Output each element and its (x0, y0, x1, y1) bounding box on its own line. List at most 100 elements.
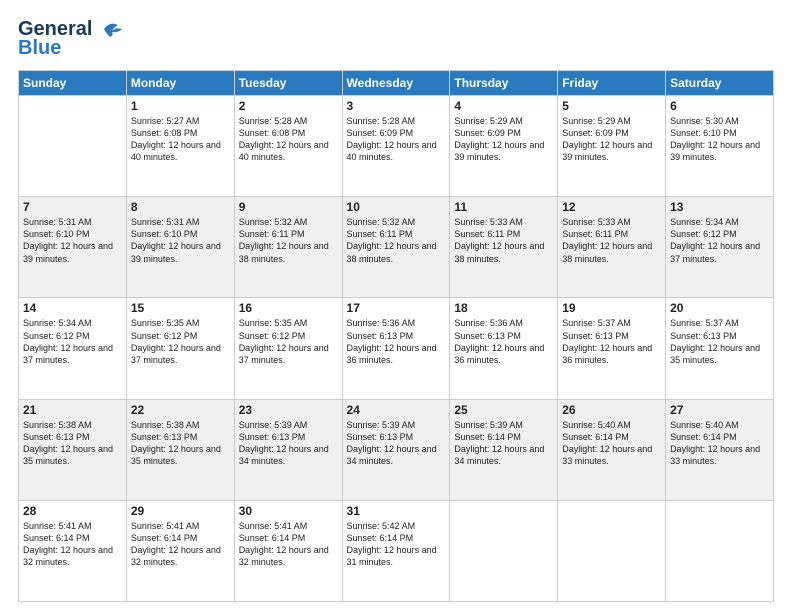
day-number: 16 (239, 301, 338, 315)
calendar-cell: 1 Sunrise: 5:27 AM Sunset: 6:08 PM Daylig… (126, 96, 234, 197)
calendar-week-row: 21 Sunrise: 5:38 AM Sunset: 6:13 PM Dayli… (19, 399, 774, 500)
day-number: 10 (347, 200, 446, 214)
day-info: Sunrise: 5:29 AM Sunset: 6:09 PM Dayligh… (562, 115, 661, 164)
calendar-cell: 25Sunrise: 5:39 AM Sunset: 6:14 PM Dayli… (450, 399, 558, 500)
day-number: 17 (347, 301, 446, 315)
day-info: Sunrise: 5:33 AM Sunset: 6:11 PM Dayligh… (454, 216, 553, 265)
day-number: 3 (347, 99, 446, 113)
day-number: 20 (670, 301, 769, 315)
day-number: 30 (239, 504, 338, 518)
calendar-cell: 8Sunrise: 5:31 AM Sunset: 6:10 PM Daylig… (126, 197, 234, 298)
calendar-cell: 24 Sunrise: 5:39 AM Sunset: 6:13 PM Dayli… (342, 399, 450, 500)
calendar-cell (19, 96, 127, 197)
day-number: 24 (347, 403, 446, 417)
day-number: 22 (131, 403, 230, 417)
day-info: Sunrise: 5:28 AM Sunset: 6:09 PM Dayligh… (347, 115, 446, 164)
day-number: 1 (131, 99, 230, 113)
header-monday: Monday (126, 71, 234, 96)
calendar-week-row: 28 Sunrise: 5:41 AM Sunset: 6:14 PM Dayli… (19, 500, 774, 601)
logo-bird-icon (96, 19, 126, 41)
calendar-cell: 7Sunrise: 5:31 AM Sunset: 6:10 PM Daylig… (19, 197, 127, 298)
day-number: 11 (454, 200, 553, 214)
day-number: 18 (454, 301, 553, 315)
day-info: Sunrise: 5:33 AM Sunset: 6:11 PM Dayligh… (562, 216, 661, 265)
day-info: Sunrise: 5:39 AM Sunset: 6:13 PM Dayligh… (239, 419, 338, 468)
day-number: 28 (23, 504, 122, 518)
calendar-week-row: 14 Sunrise: 5:34 AM Sunset: 6:12 PM Dayli… (19, 298, 774, 399)
page: General Blue Sunday Monday Tuesday Wedne… (0, 0, 792, 612)
day-number: 13 (670, 200, 769, 214)
calendar-cell: 12Sunrise: 5:33 AM Sunset: 6:11 PM Dayli… (558, 197, 666, 298)
calendar-cell: 19Sunrise: 5:37 AM Sunset: 6:13 PM Dayli… (558, 298, 666, 399)
logo-text-blue: Blue (18, 37, 61, 60)
calendar-cell: 28 Sunrise: 5:41 AM Sunset: 6:14 PM Dayli… (19, 500, 127, 601)
header-tuesday: Tuesday (234, 71, 342, 96)
calendar-cell: 15 Sunrise: 5:35 AM Sunset: 6:12 PM Dayli… (126, 298, 234, 399)
day-number: 23 (239, 403, 338, 417)
day-info: Sunrise: 5:35 AM Sunset: 6:12 PM Dayligh… (131, 317, 230, 366)
header-wednesday: Wednesday (342, 71, 450, 96)
calendar-cell: 10 Sunrise: 5:32 AM Sunset: 6:11 PM Dayli… (342, 197, 450, 298)
calendar-cell: 27Sunrise: 5:40 AM Sunset: 6:14 PM Dayli… (666, 399, 774, 500)
calendar-cell (666, 500, 774, 601)
day-number: 15 (131, 301, 230, 315)
day-info: Sunrise: 5:31 AM Sunset: 6:10 PM Dayligh… (131, 216, 230, 265)
day-number: 2 (239, 99, 338, 113)
day-number: 14 (23, 301, 122, 315)
day-info: Sunrise: 5:28 AM Sunset: 6:08 PM Dayligh… (239, 115, 338, 164)
calendar-cell: 13 Sunrise: 5:34 AM Sunset: 6:12 PM Dayli… (666, 197, 774, 298)
day-number: 6 (670, 99, 769, 113)
day-info: Sunrise: 5:41 AM Sunset: 6:14 PM Dayligh… (23, 520, 122, 569)
calendar-cell: 2 Sunrise: 5:28 AM Sunset: 6:08 PM Daylig… (234, 96, 342, 197)
header: General Blue (18, 18, 774, 60)
day-info: Sunrise: 5:29 AM Sunset: 6:09 PM Dayligh… (454, 115, 553, 164)
day-info: Sunrise: 5:32 AM Sunset: 6:11 PM Dayligh… (239, 216, 338, 265)
day-info: Sunrise: 5:34 AM Sunset: 6:12 PM Dayligh… (670, 216, 769, 265)
calendar-cell: 16 Sunrise: 5:35 AM Sunset: 6:12 PM Dayli… (234, 298, 342, 399)
calendar-cell: 6Sunrise: 5:30 AM Sunset: 6:10 PM Daylig… (666, 96, 774, 197)
day-info: Sunrise: 5:35 AM Sunset: 6:12 PM Dayligh… (239, 317, 338, 366)
calendar-table: Sunday Monday Tuesday Wednesday Thursday… (18, 70, 774, 602)
day-info: Sunrise: 5:39 AM Sunset: 6:14 PM Dayligh… (454, 419, 553, 468)
calendar-cell: 30 Sunrise: 5:41 AM Sunset: 6:14 PM Dayli… (234, 500, 342, 601)
calendar-cell: 3 Sunrise: 5:28 AM Sunset: 6:09 PM Daylig… (342, 96, 450, 197)
calendar-cell: 21 Sunrise: 5:38 AM Sunset: 6:13 PM Dayli… (19, 399, 127, 500)
weekday-header-row: Sunday Monday Tuesday Wednesday Thursday… (19, 71, 774, 96)
calendar-cell: 5Sunrise: 5:29 AM Sunset: 6:09 PM Daylig… (558, 96, 666, 197)
calendar-cell: 17 Sunrise: 5:36 AM Sunset: 6:13 PM Dayli… (342, 298, 450, 399)
header-saturday: Saturday (666, 71, 774, 96)
day-number: 27 (670, 403, 769, 417)
day-info: Sunrise: 5:36 AM Sunset: 6:13 PM Dayligh… (347, 317, 446, 366)
logo: General Blue (18, 18, 126, 60)
day-info: Sunrise: 5:41 AM Sunset: 6:14 PM Dayligh… (131, 520, 230, 569)
day-info: Sunrise: 5:38 AM Sunset: 6:13 PM Dayligh… (23, 419, 122, 468)
day-number: 4 (454, 99, 553, 113)
day-number: 31 (347, 504, 446, 518)
day-number: 26 (562, 403, 661, 417)
day-number: 21 (23, 403, 122, 417)
day-info: Sunrise: 5:41 AM Sunset: 6:14 PM Dayligh… (239, 520, 338, 569)
calendar-cell: 23 Sunrise: 5:39 AM Sunset: 6:13 PM Dayli… (234, 399, 342, 500)
calendar-cell: 9 Sunrise: 5:32 AM Sunset: 6:11 PM Daylig… (234, 197, 342, 298)
calendar-cell: 11 Sunrise: 5:33 AM Sunset: 6:11 PM Dayli… (450, 197, 558, 298)
day-number: 9 (239, 200, 338, 214)
calendar-cell: 22 Sunrise: 5:38 AM Sunset: 6:13 PM Dayli… (126, 399, 234, 500)
calendar-week-row: 7Sunrise: 5:31 AM Sunset: 6:10 PM Daylig… (19, 197, 774, 298)
day-info: Sunrise: 5:37 AM Sunset: 6:13 PM Dayligh… (670, 317, 769, 366)
header-friday: Friday (558, 71, 666, 96)
day-info: Sunrise: 5:31 AM Sunset: 6:10 PM Dayligh… (23, 216, 122, 265)
calendar-cell: 29 Sunrise: 5:41 AM Sunset: 6:14 PM Dayli… (126, 500, 234, 601)
day-info: Sunrise: 5:27 AM Sunset: 6:08 PM Dayligh… (131, 115, 230, 164)
day-info: Sunrise: 5:32 AM Sunset: 6:11 PM Dayligh… (347, 216, 446, 265)
calendar-week-row: 1 Sunrise: 5:27 AM Sunset: 6:08 PM Daylig… (19, 96, 774, 197)
day-info: Sunrise: 5:38 AM Sunset: 6:13 PM Dayligh… (131, 419, 230, 468)
day-number: 19 (562, 301, 661, 315)
calendar-cell: 26Sunrise: 5:40 AM Sunset: 6:14 PM Dayli… (558, 399, 666, 500)
day-info: Sunrise: 5:42 AM Sunset: 6:14 PM Dayligh… (347, 520, 446, 569)
calendar-cell: 20 Sunrise: 5:37 AM Sunset: 6:13 PM Dayli… (666, 298, 774, 399)
day-number: 29 (131, 504, 230, 518)
calendar-cell: 18 Sunrise: 5:36 AM Sunset: 6:13 PM Dayli… (450, 298, 558, 399)
day-info: Sunrise: 5:34 AM Sunset: 6:12 PM Dayligh… (23, 317, 122, 366)
day-info: Sunrise: 5:39 AM Sunset: 6:13 PM Dayligh… (347, 419, 446, 468)
day-info: Sunrise: 5:36 AM Sunset: 6:13 PM Dayligh… (454, 317, 553, 366)
